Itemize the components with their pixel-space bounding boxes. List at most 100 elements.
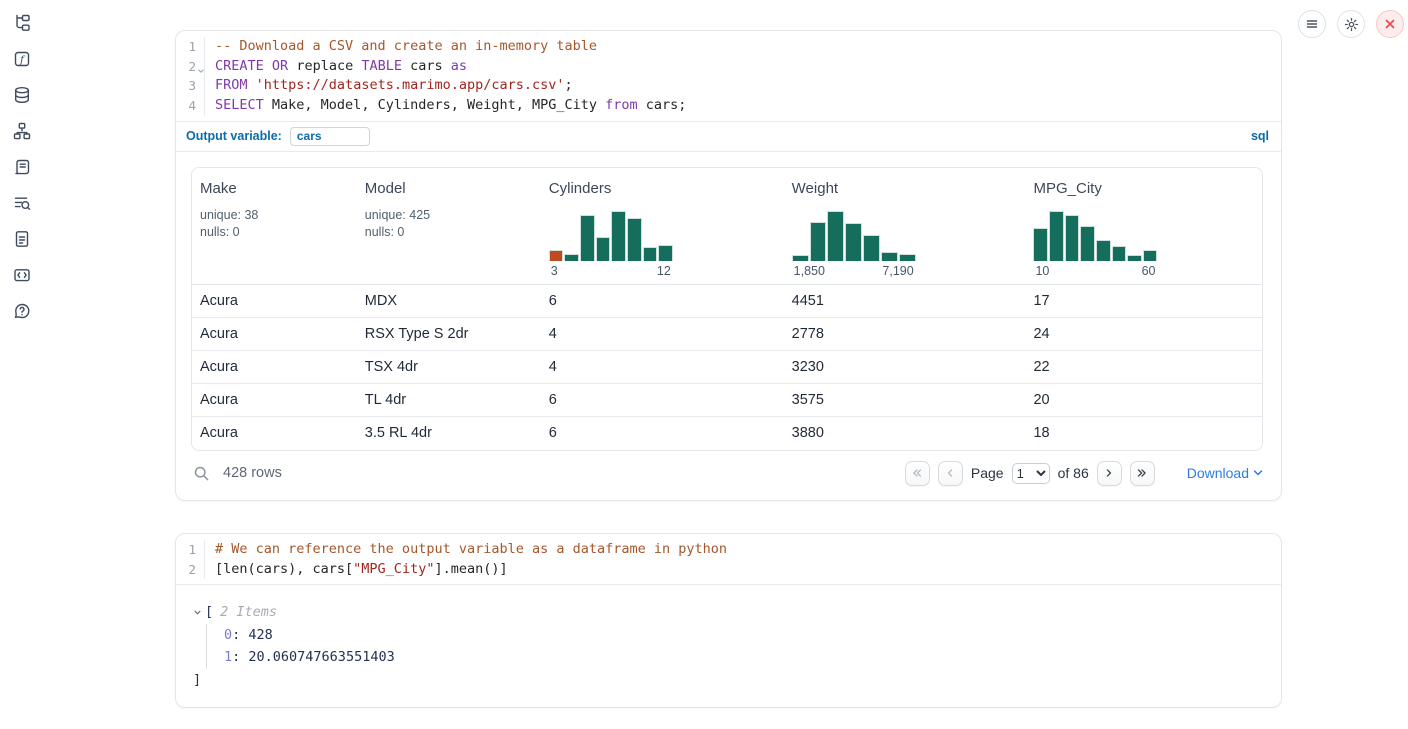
code-token: replace	[288, 58, 361, 74]
table-row[interactable]: Acura3.5 RL 4dr6388018	[192, 417, 1262, 450]
column-header[interactable]: Cylinders 3 12	[541, 180, 784, 278]
axis-max-label: 12	[657, 264, 671, 278]
histogram-bar	[1127, 255, 1142, 261]
table-header: Makeunique: 38nulls: 0 Model unique: 425 nu…	[192, 168, 1262, 285]
code-token: cars	[402, 58, 451, 74]
histogram-bar	[1080, 226, 1095, 261]
database-icon[interactable]	[12, 86, 32, 104]
page-label: Page	[971, 465, 1004, 481]
code-token: FROM	[215, 77, 248, 93]
table-row[interactable]: AcuraRSX Type S 2dr4277824	[192, 318, 1262, 351]
code-line: SELECT Make, Model, Cylinders, Weight, M…	[205, 96, 1281, 116]
histogram-axis-labels: 1060	[1033, 264, 1157, 278]
output-variable-input[interactable]	[290, 127, 370, 146]
table-cell: MDX	[357, 293, 541, 309]
line-number: 1	[176, 540, 205, 560]
tree-entry-separator: :	[232, 627, 248, 643]
functions-icon[interactable]: f	[12, 50, 32, 68]
search-button[interactable]	[193, 465, 210, 482]
table-cell: Acura	[192, 293, 357, 309]
column-histogram: 1060	[1033, 209, 1157, 278]
table-cell: RSX Type S 2dr	[357, 326, 541, 342]
column-header[interactable]: Modelunique: 425nulls: 0	[357, 180, 541, 278]
next-page-button[interactable]	[1097, 461, 1122, 486]
table-cell: 3.5 RL 4dr	[357, 425, 541, 441]
code-token: 'https://datasets.marimo.app/cars.csv'	[256, 77, 565, 93]
column-label: MPG_City	[1033, 180, 1261, 197]
gear-icon	[1344, 17, 1359, 32]
code-token: Make, Model, Cylinders, Weight, MPG_City	[264, 97, 605, 113]
previous-page-button[interactable]	[938, 461, 963, 486]
table-row[interactable]: AcuraTSX 4dr4323022	[192, 351, 1262, 384]
histogram-bar	[564, 254, 579, 261]
close-button[interactable]	[1376, 10, 1404, 38]
documentation-icon[interactable]	[12, 230, 32, 248]
code-token: from	[605, 97, 638, 113]
histogram-bar	[881, 252, 898, 261]
histogram-bar	[1112, 246, 1127, 261]
table-cell: 4451	[784, 293, 1026, 309]
column-header[interactable]: Makeunique: 38nulls: 0	[192, 180, 357, 278]
code-line: -- Download a CSV and create an in-memor…	[205, 37, 1281, 57]
code-token: -- Download a CSV and create an in-memor…	[215, 38, 597, 54]
table-cell: 3230	[784, 359, 1026, 375]
table-row[interactable]: AcuraMDX6445117	[192, 285, 1262, 318]
histogram-bar	[810, 222, 827, 261]
table-cell: 4	[541, 326, 784, 342]
last-page-button[interactable]	[1130, 461, 1155, 486]
column-label: Cylinders	[549, 180, 784, 197]
snippets-icon[interactable]	[12, 266, 32, 284]
code-token: ].mean()]	[434, 561, 507, 577]
tree-root[interactable]: [ 2 Items	[193, 601, 1281, 624]
histogram-bar	[899, 254, 916, 261]
notebook-actions	[1298, 10, 1404, 38]
column-label: Model	[365, 180, 541, 197]
table-cell: 18	[1025, 425, 1261, 441]
close-icon	[1384, 18, 1396, 30]
histogram-bar	[1065, 215, 1080, 261]
code-line: CREATE OR replace TABLE cars as	[205, 57, 1281, 77]
page-select[interactable]: 1	[1012, 463, 1050, 484]
tree-entry[interactable]: 0: 428	[224, 624, 1281, 647]
column-header[interactable]: Weight1,8507,190	[784, 180, 1026, 278]
code-line: [len(cars), cars["MPG_City"].mean()]	[205, 560, 1281, 580]
histogram-bar	[1143, 250, 1158, 261]
table-cell: 24	[1025, 326, 1261, 342]
axis-min-label: 3	[551, 264, 558, 278]
settings-button[interactable]	[1337, 10, 1365, 38]
column-header[interactable]: MPG_City 1060	[1025, 180, 1261, 278]
first-page-button[interactable]	[905, 461, 930, 486]
table-cell: Acura	[192, 359, 357, 375]
help-icon[interactable]	[12, 302, 32, 320]
download-button[interactable]: Download	[1187, 465, 1263, 481]
code-token: TABLE	[361, 58, 402, 74]
table-cell: 4	[541, 359, 784, 375]
histogram-bars	[1033, 209, 1157, 261]
stat-line: unique: 425	[365, 207, 541, 224]
line-number: 1	[176, 37, 205, 57]
code-token: CREATE	[215, 58, 264, 74]
sql-code-editor[interactable]: 1 -- Download a CSV and create an in-memo…	[176, 31, 1281, 121]
file-tree-icon[interactable]	[12, 14, 32, 32]
logs-icon[interactable]	[12, 158, 32, 176]
histogram-bar	[827, 211, 844, 261]
sql-cell-output: Makeunique: 38nulls: 0 Model unique: 425 nu…	[176, 152, 1281, 500]
table-row[interactable]: AcuraTL 4dr6357520	[192, 384, 1262, 417]
search-logs-icon[interactable]	[12, 194, 32, 212]
tree-entry-key: 1	[224, 649, 232, 665]
tree-entry[interactable]: 1: 20.060747663551403	[224, 646, 1281, 669]
stat-line: nulls: 0	[200, 224, 357, 241]
code-token: # We can reference the output variable a…	[215, 541, 727, 557]
histogram-bar	[845, 223, 862, 261]
output-variable-label: Output variable:	[186, 129, 282, 143]
menu-button[interactable]	[1298, 10, 1326, 38]
histogram-axis-labels: 3 12	[549, 264, 673, 278]
code-line: FROM 'https://datasets.marimo.app/cars.c…	[205, 76, 1281, 96]
marimo-notebook: { "colors": { "accent_blue": "#0b6ca8", …	[0, 0, 1408, 729]
python-code-editor[interactable]: 1 # We can reference the output variable …	[176, 534, 1281, 584]
axis-min-label: 1,850	[794, 264, 825, 278]
sql-cell-meta-row: Output variable: sql	[176, 122, 1281, 151]
dependency-graph-icon[interactable]	[12, 122, 32, 140]
data-table: Makeunique: 38nulls: 0 Model unique: 425 nu…	[191, 167, 1263, 451]
column-label: Weight	[792, 180, 1026, 197]
